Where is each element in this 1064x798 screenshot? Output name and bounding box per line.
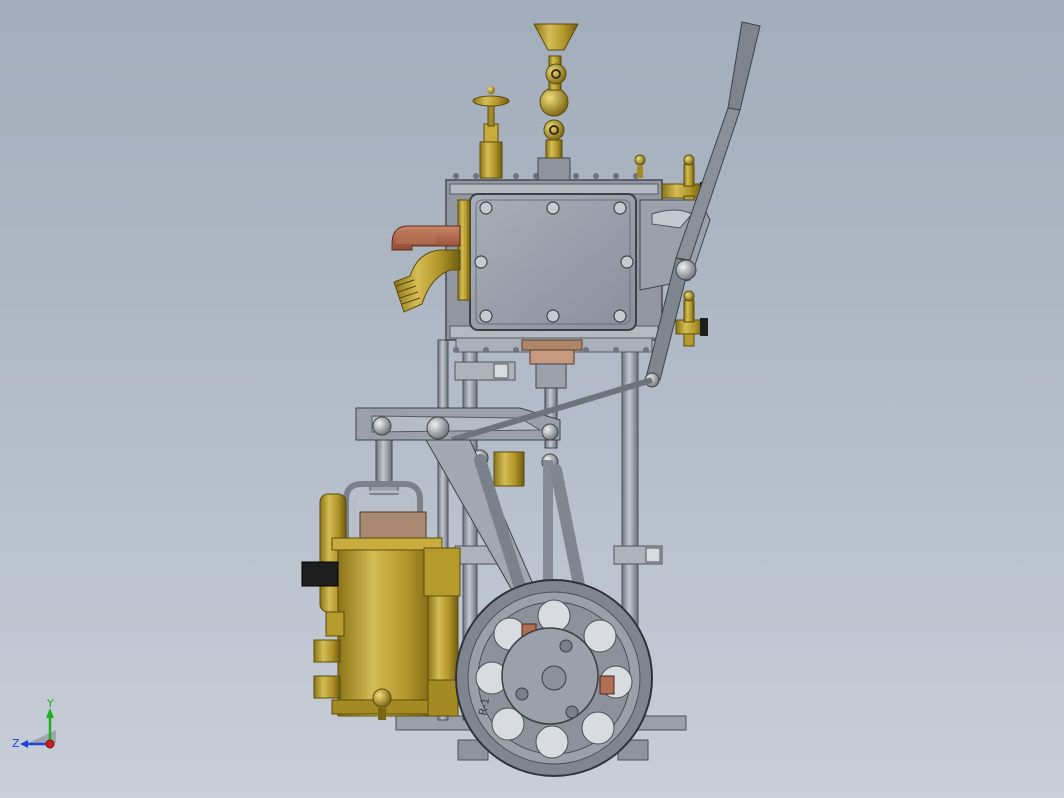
pump-inlet-thread [301, 561, 339, 587]
x-axis-dot [45, 739, 55, 749]
drain-cock-valve[interactable] [472, 86, 510, 179]
steam-pipe-copper[interactable] [391, 225, 461, 251]
column-clamp-upper [454, 361, 516, 381]
y-axis-label: Y [46, 697, 54, 710]
oil-cup-lubricator[interactable] [533, 23, 579, 181]
column-clamp-lower [454, 545, 663, 565]
coordinate-triad: Y Z [12, 697, 56, 750]
flywheel[interactable]: R-1 [455, 579, 653, 777]
pump-yoke [343, 481, 427, 540]
graphics-viewport[interactable]: R-1 Y Z [0, 0, 1064, 798]
pump-side-column [423, 547, 461, 717]
pump-outlet-fittings[interactable] [313, 611, 345, 699]
z-axis-label: Z [12, 737, 20, 750]
steam-engine-model[interactable]: R-1 [0, 0, 1064, 798]
